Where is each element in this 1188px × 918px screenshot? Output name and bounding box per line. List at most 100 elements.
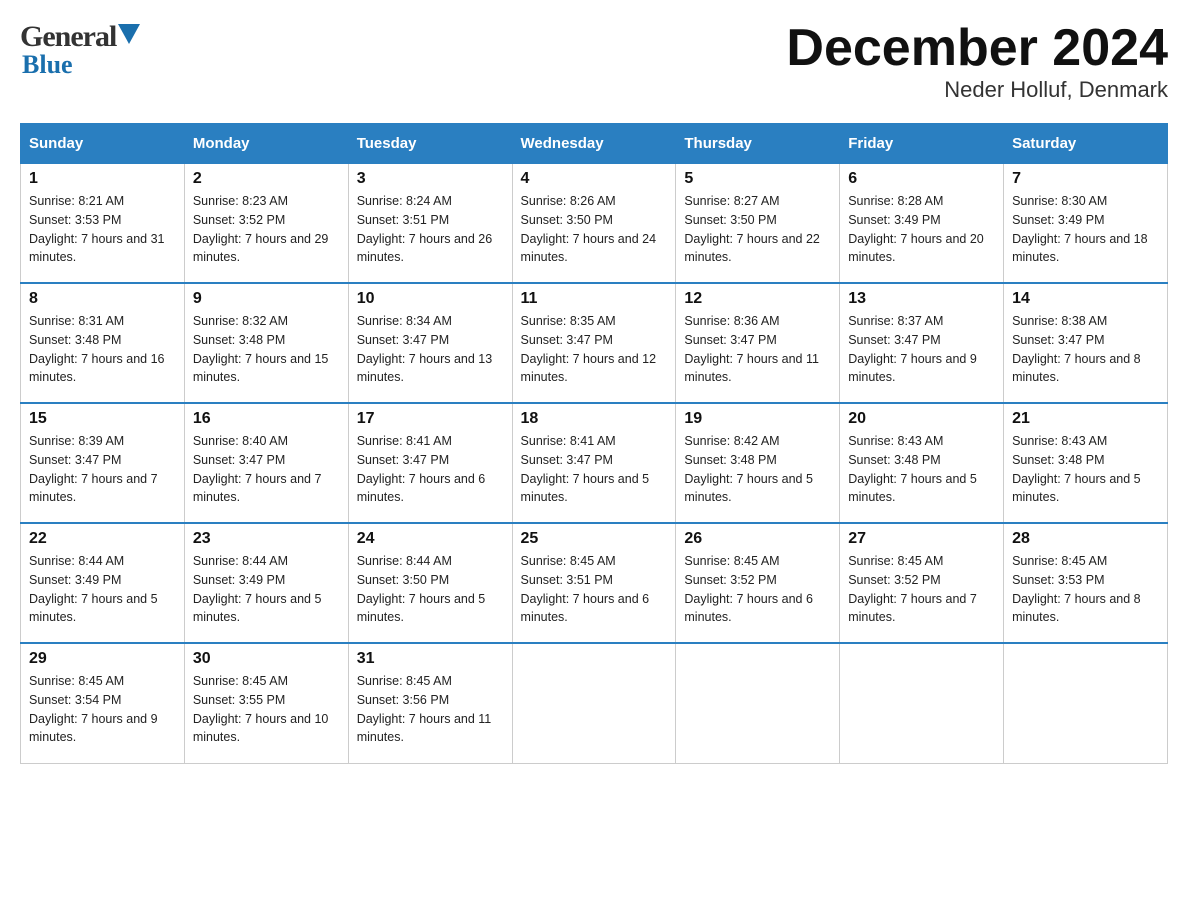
calendar-day-3: 3 Sunrise: 8:24 AM Sunset: 3:51 PM Dayli… [348, 163, 512, 283]
calendar-day-23: 23 Sunrise: 8:44 AM Sunset: 3:49 PM Dayl… [184, 523, 348, 643]
calendar-day-31: 31 Sunrise: 8:45 AM Sunset: 3:56 PM Dayl… [348, 643, 512, 763]
title-area: December 2024 Neder Holluf, Denmark [786, 20, 1168, 103]
calendar-day-14: 14 Sunrise: 8:38 AM Sunset: 3:47 PM Dayl… [1004, 283, 1168, 403]
day-number: 29 [29, 650, 176, 668]
calendar-day-24: 24 Sunrise: 8:44 AM Sunset: 3:50 PM Dayl… [348, 523, 512, 643]
calendar-day-5: 5 Sunrise: 8:27 AM Sunset: 3:50 PM Dayli… [676, 163, 840, 283]
day-number: 28 [1012, 530, 1159, 548]
calendar-day-9: 9 Sunrise: 8:32 AM Sunset: 3:48 PM Dayli… [184, 283, 348, 403]
calendar-day-29: 29 Sunrise: 8:45 AM Sunset: 3:54 PM Dayl… [21, 643, 185, 763]
day-info: Sunrise: 8:44 AM Sunset: 3:49 PM Dayligh… [29, 552, 176, 627]
day-info: Sunrise: 8:28 AM Sunset: 3:49 PM Dayligh… [848, 192, 995, 267]
calendar-day-28: 28 Sunrise: 8:45 AM Sunset: 3:53 PM Dayl… [1004, 523, 1168, 643]
day-info: Sunrise: 8:45 AM Sunset: 3:53 PM Dayligh… [1012, 552, 1159, 627]
day-number: 26 [684, 530, 831, 548]
calendar-day-20: 20 Sunrise: 8:43 AM Sunset: 3:48 PM Dayl… [840, 403, 1004, 523]
calendar-day-25: 25 Sunrise: 8:45 AM Sunset: 3:51 PM Dayl… [512, 523, 676, 643]
day-number: 14 [1012, 290, 1159, 308]
day-info: Sunrise: 8:44 AM Sunset: 3:50 PM Dayligh… [357, 552, 504, 627]
day-number: 24 [357, 530, 504, 548]
day-info: Sunrise: 8:37 AM Sunset: 3:47 PM Dayligh… [848, 312, 995, 387]
col-friday: Friday [840, 124, 1004, 163]
logo-blue-text: Blue [22, 50, 73, 80]
page-title: December 2024 [786, 20, 1168, 77]
day-number: 17 [357, 410, 504, 428]
col-monday: Monday [184, 124, 348, 163]
day-info: Sunrise: 8:45 AM Sunset: 3:52 PM Dayligh… [848, 552, 995, 627]
page-header: General Blue December 2024 Neder Holluf,… [20, 20, 1168, 103]
calendar-day-10: 10 Sunrise: 8:34 AM Sunset: 3:47 PM Dayl… [348, 283, 512, 403]
day-info: Sunrise: 8:43 AM Sunset: 3:48 PM Dayligh… [1012, 432, 1159, 507]
day-number: 2 [193, 170, 340, 188]
day-info: Sunrise: 8:45 AM Sunset: 3:51 PM Dayligh… [521, 552, 668, 627]
col-tuesday: Tuesday [348, 124, 512, 163]
day-number: 25 [521, 530, 668, 548]
day-number: 27 [848, 530, 995, 548]
page-subtitle: Neder Holluf, Denmark [786, 77, 1168, 103]
calendar-week-3: 15 Sunrise: 8:39 AM Sunset: 3:47 PM Dayl… [21, 403, 1168, 523]
empty-cell [512, 643, 676, 763]
calendar-day-18: 18 Sunrise: 8:41 AM Sunset: 3:47 PM Dayl… [512, 403, 676, 523]
calendar-day-19: 19 Sunrise: 8:42 AM Sunset: 3:48 PM Dayl… [676, 403, 840, 523]
day-info: Sunrise: 8:23 AM Sunset: 3:52 PM Dayligh… [193, 192, 340, 267]
day-number: 31 [357, 650, 504, 668]
day-number: 19 [684, 410, 831, 428]
day-number: 8 [29, 290, 176, 308]
day-info: Sunrise: 8:45 AM Sunset: 3:55 PM Dayligh… [193, 672, 340, 747]
day-number: 4 [521, 170, 668, 188]
day-info: Sunrise: 8:36 AM Sunset: 3:47 PM Dayligh… [684, 312, 831, 387]
logo: General Blue [20, 20, 140, 80]
day-number: 23 [193, 530, 340, 548]
day-number: 20 [848, 410, 995, 428]
calendar-day-30: 30 Sunrise: 8:45 AM Sunset: 3:55 PM Dayl… [184, 643, 348, 763]
day-info: Sunrise: 8:45 AM Sunset: 3:52 PM Dayligh… [684, 552, 831, 627]
calendar-day-7: 7 Sunrise: 8:30 AM Sunset: 3:49 PM Dayli… [1004, 163, 1168, 283]
calendar-week-1: 1 Sunrise: 8:21 AM Sunset: 3:53 PM Dayli… [21, 163, 1168, 283]
calendar-day-1: 1 Sunrise: 8:21 AM Sunset: 3:53 PM Dayli… [21, 163, 185, 283]
calendar-day-8: 8 Sunrise: 8:31 AM Sunset: 3:48 PM Dayli… [21, 283, 185, 403]
logo-general-text: General [20, 20, 116, 54]
empty-cell [840, 643, 1004, 763]
logo-triangle-icon [118, 24, 140, 46]
calendar-day-13: 13 Sunrise: 8:37 AM Sunset: 3:47 PM Dayl… [840, 283, 1004, 403]
day-info: Sunrise: 8:27 AM Sunset: 3:50 PM Dayligh… [684, 192, 831, 267]
day-number: 12 [684, 290, 831, 308]
col-wednesday: Wednesday [512, 124, 676, 163]
day-info: Sunrise: 8:21 AM Sunset: 3:53 PM Dayligh… [29, 192, 176, 267]
day-info: Sunrise: 8:43 AM Sunset: 3:48 PM Dayligh… [848, 432, 995, 507]
col-sunday: Sunday [21, 124, 185, 163]
day-info: Sunrise: 8:26 AM Sunset: 3:50 PM Dayligh… [521, 192, 668, 267]
day-info: Sunrise: 8:35 AM Sunset: 3:47 PM Dayligh… [521, 312, 668, 387]
day-number: 3 [357, 170, 504, 188]
day-number: 7 [1012, 170, 1159, 188]
col-saturday: Saturday [1004, 124, 1168, 163]
day-number: 21 [1012, 410, 1159, 428]
day-info: Sunrise: 8:41 AM Sunset: 3:47 PM Dayligh… [357, 432, 504, 507]
day-info: Sunrise: 8:42 AM Sunset: 3:48 PM Dayligh… [684, 432, 831, 507]
calendar-table: Sunday Monday Tuesday Wednesday Thursday… [20, 123, 1168, 764]
day-number: 9 [193, 290, 340, 308]
day-info: Sunrise: 8:40 AM Sunset: 3:47 PM Dayligh… [193, 432, 340, 507]
day-info: Sunrise: 8:32 AM Sunset: 3:48 PM Dayligh… [193, 312, 340, 387]
calendar-day-11: 11 Sunrise: 8:35 AM Sunset: 3:47 PM Dayl… [512, 283, 676, 403]
calendar-day-16: 16 Sunrise: 8:40 AM Sunset: 3:47 PM Dayl… [184, 403, 348, 523]
day-info: Sunrise: 8:31 AM Sunset: 3:48 PM Dayligh… [29, 312, 176, 387]
empty-cell [676, 643, 840, 763]
calendar-week-2: 8 Sunrise: 8:31 AM Sunset: 3:48 PM Dayli… [21, 283, 1168, 403]
calendar-day-27: 27 Sunrise: 8:45 AM Sunset: 3:52 PM Dayl… [840, 523, 1004, 643]
day-number: 11 [521, 290, 668, 308]
calendar-day-26: 26 Sunrise: 8:45 AM Sunset: 3:52 PM Dayl… [676, 523, 840, 643]
calendar-day-17: 17 Sunrise: 8:41 AM Sunset: 3:47 PM Dayl… [348, 403, 512, 523]
day-number: 18 [521, 410, 668, 428]
calendar-day-22: 22 Sunrise: 8:44 AM Sunset: 3:49 PM Dayl… [21, 523, 185, 643]
day-info: Sunrise: 8:41 AM Sunset: 3:47 PM Dayligh… [521, 432, 668, 507]
day-info: Sunrise: 8:45 AM Sunset: 3:54 PM Dayligh… [29, 672, 176, 747]
day-number: 13 [848, 290, 995, 308]
calendar-day-4: 4 Sunrise: 8:26 AM Sunset: 3:50 PM Dayli… [512, 163, 676, 283]
calendar-week-5: 29 Sunrise: 8:45 AM Sunset: 3:54 PM Dayl… [21, 643, 1168, 763]
calendar-day-2: 2 Sunrise: 8:23 AM Sunset: 3:52 PM Dayli… [184, 163, 348, 283]
day-number: 15 [29, 410, 176, 428]
day-number: 5 [684, 170, 831, 188]
day-number: 22 [29, 530, 176, 548]
day-number: 1 [29, 170, 176, 188]
